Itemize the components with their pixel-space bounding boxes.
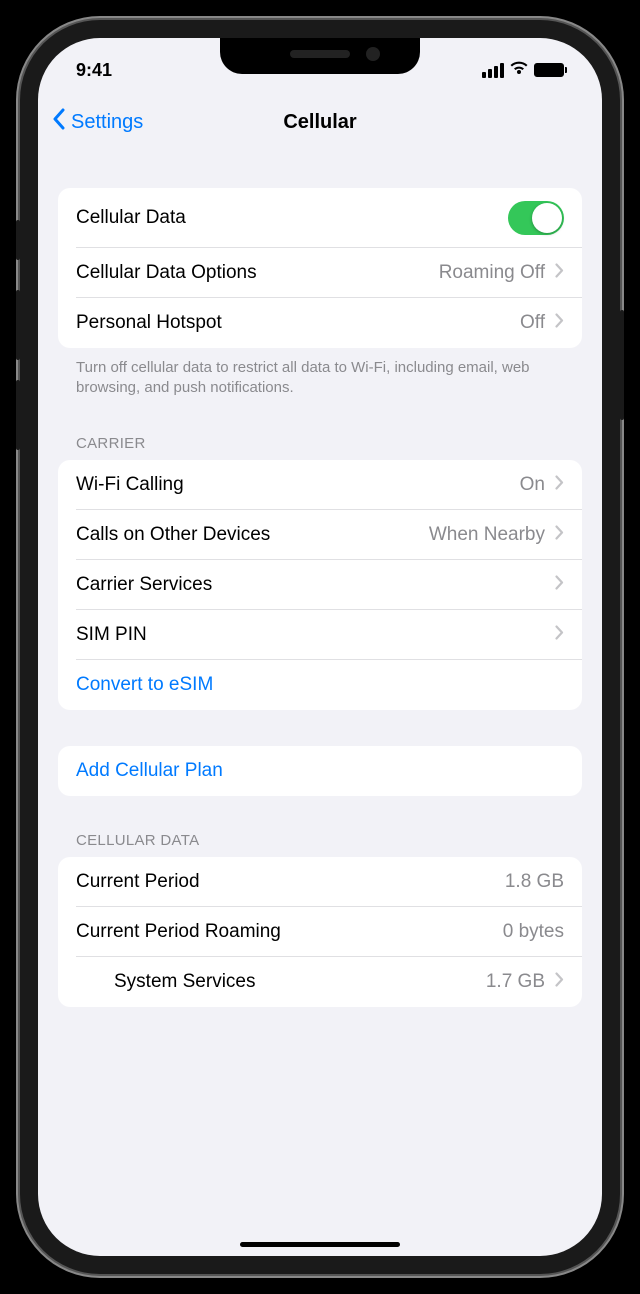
- system-services-row[interactable]: System Services 1.7 GB: [58, 957, 582, 1007]
- row-value: 1.7 GB: [486, 971, 545, 993]
- convert-esim-row[interactable]: Convert to eSIM: [58, 660, 582, 710]
- back-button[interactable]: Settings: [52, 108, 143, 136]
- cellular-data-toggle-row[interactable]: Cellular Data: [58, 188, 582, 248]
- row-value: 0 bytes: [503, 921, 564, 943]
- section-footer: Turn off cellular data to restrict all d…: [58, 348, 582, 399]
- navigation-bar: Settings Cellular: [38, 94, 602, 150]
- row-label: Personal Hotspot: [76, 312, 222, 334]
- row-value: On: [520, 474, 545, 496]
- cellular-signal-icon: [482, 63, 504, 78]
- back-label: Settings: [71, 111, 143, 134]
- row-label: Cellular Data Options: [76, 262, 257, 284]
- section-header-data: CELLULAR DATA: [58, 832, 582, 857]
- row-label: Current Period: [76, 871, 200, 893]
- row-label: Carrier Services: [76, 574, 212, 596]
- notch: [220, 38, 420, 74]
- phone-frame: 9:41 Settings Cellular: [20, 20, 620, 1274]
- row-value: Roaming Off: [439, 262, 545, 284]
- row-label: Cellular Data: [76, 207, 186, 229]
- row-label: SIM PIN: [76, 624, 147, 646]
- add-cellular-plan-row[interactable]: Add Cellular Plan: [58, 746, 582, 796]
- side-button: [16, 380, 20, 450]
- row-label: Calls on Other Devices: [76, 524, 270, 546]
- home-indicator[interactable]: [240, 1242, 400, 1247]
- wifi-calling-row[interactable]: Wi-Fi Calling On: [58, 460, 582, 510]
- phone-screen: 9:41 Settings Cellular: [38, 38, 602, 1256]
- page-title: Cellular: [283, 111, 356, 134]
- side-button: [16, 220, 20, 260]
- row-value: When Nearby: [429, 524, 545, 546]
- carrier-services-row[interactable]: Carrier Services: [58, 560, 582, 610]
- chevron-right-icon: [555, 312, 564, 334]
- row-label: Add Cellular Plan: [76, 760, 223, 782]
- side-button: [16, 290, 20, 360]
- cellular-data-options-row[interactable]: Cellular Data Options Roaming Off: [58, 248, 582, 298]
- row-value: Off: [520, 312, 545, 334]
- row-label: Convert to eSIM: [76, 674, 213, 696]
- battery-icon: [534, 63, 564, 77]
- chevron-right-icon: [555, 574, 564, 596]
- chevron-right-icon: [555, 971, 564, 993]
- chevron-right-icon: [555, 262, 564, 284]
- personal-hotspot-row[interactable]: Personal Hotspot Off: [58, 298, 582, 348]
- status-time: 9:41: [76, 52, 112, 81]
- wifi-icon: [509, 60, 529, 81]
- section-header-carrier: CARRIER: [58, 435, 582, 460]
- row-label: Wi-Fi Calling: [76, 474, 184, 496]
- row-value: 1.8 GB: [505, 871, 564, 893]
- chevron-right-icon: [555, 624, 564, 646]
- cellular-data-toggle[interactable]: [508, 201, 564, 235]
- sim-pin-row[interactable]: SIM PIN: [58, 610, 582, 660]
- row-label: Current Period Roaming: [76, 921, 281, 943]
- chevron-left-icon: [52, 108, 66, 136]
- chevron-right-icon: [555, 524, 564, 546]
- row-label: System Services: [114, 971, 255, 993]
- current-period-roaming-row: Current Period Roaming 0 bytes: [58, 907, 582, 957]
- current-period-row: Current Period 1.8 GB: [58, 857, 582, 907]
- side-button: [620, 310, 624, 420]
- calls-other-devices-row[interactable]: Calls on Other Devices When Nearby: [58, 510, 582, 560]
- chevron-right-icon: [555, 474, 564, 496]
